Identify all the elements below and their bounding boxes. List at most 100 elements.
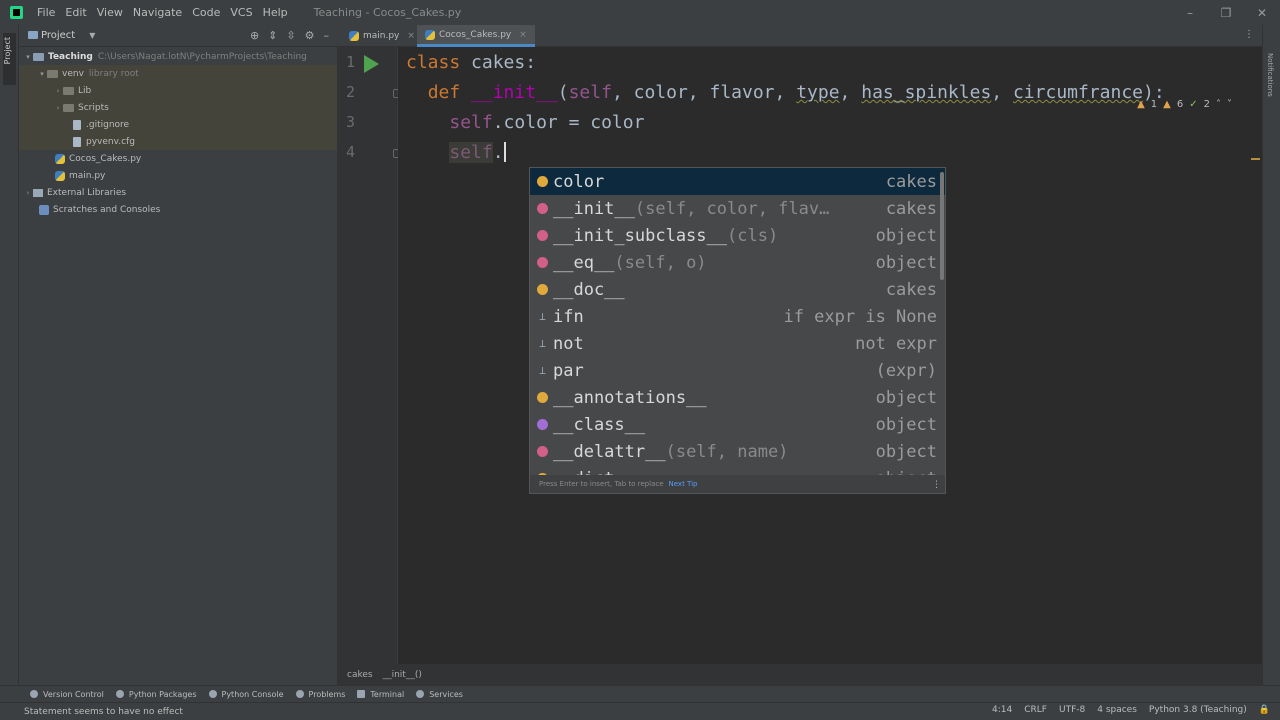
tree-item-scratches[interactable]: Scratches and Consoles — [19, 201, 337, 218]
project-tool-tab[interactable]: Project — [3, 33, 16, 85]
tab-cocos-cakes-py[interactable]: Cocos_Cakes.py × — [417, 25, 535, 47]
editor-tabs: main.py × Cocos_Cakes.py × ⋮ — [337, 25, 1280, 47]
menu-file[interactable]: File — [37, 6, 55, 19]
code-line-4: self. — [406, 142, 506, 163]
completion-item[interactable]: __delattr__ (self, name) object — [530, 438, 945, 465]
completion-item[interactable]: color cakes — [530, 168, 945, 195]
param-has-spinkles: has_spinkles — [861, 82, 992, 103]
completion-item[interactable]: __init__ (self, color, flav… cakes — [530, 195, 945, 222]
python-file-icon — [55, 153, 65, 164]
tree-item-lib[interactable]: › Lib — [19, 82, 337, 99]
next-tip-link[interactable]: Next Tip — [669, 480, 698, 488]
tree-item-external-libraries[interactable]: › External Libraries — [19, 184, 337, 201]
self-keyword: self — [449, 112, 493, 133]
completion-item[interactable]: ⊥ ifn if expr is None — [530, 303, 945, 330]
python-interpreter[interactable]: Python 3.8 (Teaching) — [1149, 705, 1247, 715]
services-button[interactable]: Services — [416, 690, 463, 699]
notifications-tab[interactable]: Notifications — [1266, 53, 1274, 97]
chevron-right-icon[interactable]: › — [53, 87, 63, 95]
maximize-button[interactable]: ❐ — [1208, 0, 1244, 25]
tab-main-py[interactable]: main.py × — [341, 25, 423, 47]
function-name: __init__ — [471, 82, 558, 103]
completion-type: cakes — [885, 279, 937, 300]
completion-scrollbar[interactable] — [940, 172, 944, 280]
completion-item[interactable]: __annotations__ object — [530, 384, 945, 411]
file-icon — [73, 119, 81, 130]
tree-item-teaching[interactable]: ▾ Teaching C:\Users\Nagat.lotN\PycharmPr… — [19, 48, 337, 65]
project-view-selector[interactable]: Project — [41, 30, 75, 41]
inspection-widget[interactable]: ▲ 1 ▲ 6 ✓ 2 ˄ ˅ — [1137, 99, 1232, 110]
class-name: cakes — [471, 52, 526, 73]
weak-warning-icon: ▲ — [1163, 99, 1171, 110]
completion-item[interactable]: __class__ object — [530, 411, 945, 438]
warning-count: 1 — [1150, 99, 1158, 110]
tree-item-venv[interactable]: ▾ venv library root — [19, 65, 337, 82]
menu-help[interactable]: Help — [263, 6, 288, 19]
python-packages-button[interactable]: Python Packages — [115, 689, 197, 699]
completion-menu-icon[interactable]: ⋮ — [932, 480, 941, 490]
completion-item[interactable]: __doc__ cakes — [530, 276, 945, 303]
completion-item[interactable]: ⊥ par (expr) — [530, 357, 945, 384]
tree-item-gitignore[interactable]: .gitignore — [19, 116, 337, 133]
self-keyword: self — [568, 82, 612, 103]
folder-icon — [33, 52, 44, 61]
breadcrumb-class[interactable]: cakes — [347, 670, 373, 680]
breadcrumb-method[interactable]: __init__() — [383, 670, 422, 680]
gear-icon[interactable]: ⚙ — [305, 29, 315, 42]
close-icon[interactable]: × — [407, 31, 415, 41]
version-control-button[interactable]: Version Control — [30, 690, 104, 699]
file-encoding[interactable]: UTF-8 — [1059, 705, 1085, 715]
completion-popup[interactable]: color cakes __init__ (self, color, flav…… — [529, 167, 946, 494]
minimize-button[interactable]: – — [1172, 0, 1208, 25]
class-icon — [537, 419, 548, 430]
code-line-1: class cakes: — [406, 52, 536, 73]
tree-item-pyvenv[interactable]: pyvenv.cfg — [19, 133, 337, 150]
tree-item-scripts[interactable]: › Scripts — [19, 99, 337, 116]
run-icon[interactable] — [364, 55, 379, 73]
tabs-menu-icon[interactable]: ⋮ — [1244, 29, 1254, 40]
tree-item-label: Lib — [78, 85, 92, 96]
next-problem-icon[interactable]: ˅ — [1227, 99, 1232, 110]
completion-item[interactable]: __init_subclass__ (cls) object — [530, 222, 945, 249]
menu-navigate[interactable]: Navigate — [133, 6, 182, 19]
collapse-all-icon[interactable]: ⇳ — [286, 29, 295, 42]
code-line-2: def __init__(self, color, flavor, type, … — [406, 82, 1165, 103]
terminal-button[interactable]: Terminal — [357, 690, 404, 699]
close-window-button[interactable]: ✕ — [1244, 0, 1280, 25]
locate-file-icon[interactable]: ⊕ — [250, 29, 259, 42]
folder-icon — [63, 103, 74, 112]
line-separator[interactable]: CRLF — [1024, 705, 1047, 715]
lock-icon[interactable]: 🔒 — [1259, 705, 1270, 715]
previous-problem-icon[interactable]: ˄ — [1216, 99, 1221, 110]
completion-item[interactable]: ⊥ not not expr — [530, 330, 945, 357]
completion-item[interactable]: __eq__ (self, o) object — [530, 249, 945, 276]
completion-name: __annotations__ — [553, 387, 707, 408]
menu-edit[interactable]: Edit — [65, 6, 86, 19]
chevron-down-icon[interactable]: ▾ — [23, 53, 33, 61]
chevron-down-icon[interactable]: ▼ — [89, 31, 95, 40]
completion-type: if expr is None — [783, 306, 937, 327]
problems-button[interactable]: Problems — [295, 689, 346, 699]
close-icon[interactable]: × — [519, 30, 527, 40]
project-toolbar: Project ▼ ⊕ ⇕ ⇳ ⚙ – — [19, 25, 337, 47]
menu-vcs[interactable]: VCS — [230, 6, 252, 19]
template-icon: ⊥ — [539, 310, 546, 323]
chevron-down-icon[interactable]: ▾ — [37, 70, 47, 78]
tool-window-label: Problems — [308, 689, 346, 699]
tree-item-label: Scripts — [78, 102, 109, 113]
hide-panel-icon[interactable]: – — [324, 29, 330, 42]
tree-item-main[interactable]: main.py — [19, 167, 337, 184]
menu-view[interactable]: View — [97, 6, 123, 19]
python-console-icon — [208, 690, 217, 698]
expand-all-icon[interactable]: ⇕ — [268, 29, 277, 42]
tree-item-cocos-cakes[interactable]: Cocos_Cakes.py — [19, 150, 337, 167]
chevron-right-icon[interactable]: › — [23, 189, 33, 197]
menu-code[interactable]: Code — [192, 6, 220, 19]
tool-window-label: Python Packages — [128, 689, 197, 699]
tree-item-label: pyvenv.cfg — [86, 136, 135, 147]
python-console-button[interactable]: Python Console — [208, 690, 284, 699]
chevron-right-icon[interactable]: › — [53, 104, 63, 112]
indent-setting[interactable]: 4 spaces — [1097, 705, 1137, 715]
caret-position[interactable]: 4:14 — [992, 705, 1012, 715]
tree-item-label: venv — [62, 68, 84, 79]
